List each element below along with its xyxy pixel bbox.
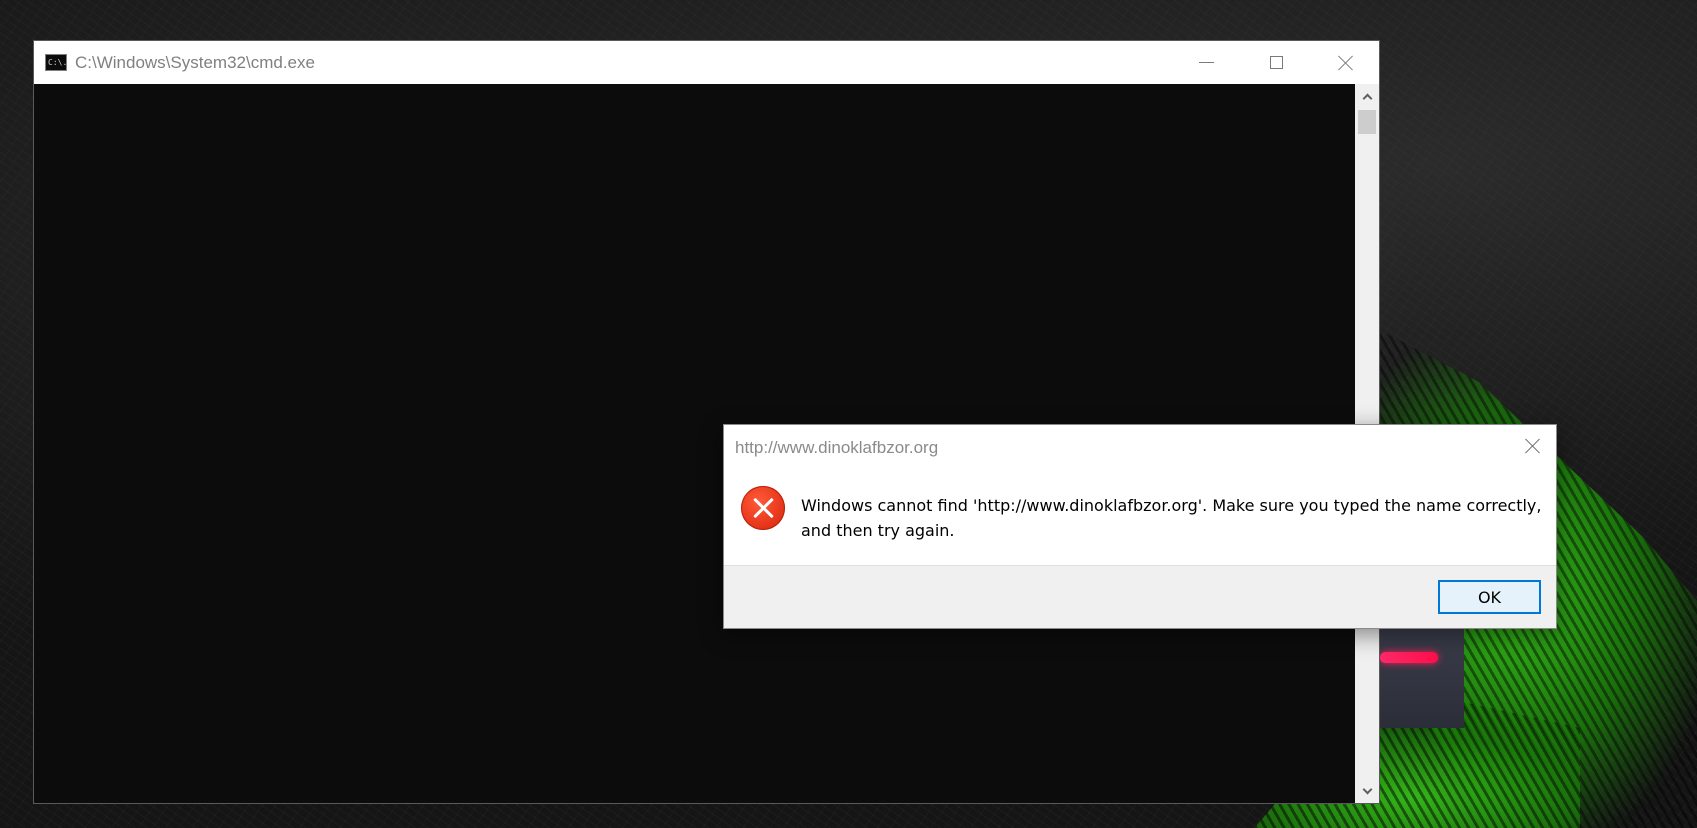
dialog-message: Windows cannot find 'http://www.dinoklaf…	[801, 496, 1542, 540]
cmd-window: C:\. C:\Windows\System32\cmd.exe	[33, 40, 1380, 804]
dialog-title: http://www.dinoklafbzor.org	[735, 438, 939, 457]
chevron-up-icon	[1362, 93, 1372, 103]
maximize-button[interactable]	[1241, 41, 1311, 84]
error-dialog: http://www.dinoklafbzor.org Windows cann…	[723, 424, 1557, 629]
maximize-icon	[1269, 56, 1283, 69]
scroll-down-button[interactable]	[1355, 779, 1379, 803]
scroll-thumb[interactable]	[1358, 110, 1376, 134]
cmd-titlebar[interactable]: C:\. C:\Windows\System32\cmd.exe	[34, 41, 1379, 84]
close-icon	[1338, 55, 1354, 71]
dialog-close-button[interactable]	[1510, 425, 1556, 467]
dialog-footer: OK	[724, 565, 1556, 628]
close-button[interactable]	[1311, 41, 1381, 84]
minimize-icon	[1198, 62, 1214, 63]
window-title: C:\Windows\System32\cmd.exe	[75, 53, 315, 72]
wallpaper-device	[1378, 628, 1464, 728]
error-icon	[741, 486, 785, 530]
cmd-icon[interactable]: C:\.	[45, 54, 67, 71]
minimize-button[interactable]	[1171, 41, 1241, 84]
chevron-down-icon	[1362, 784, 1372, 794]
ok-button[interactable]: OK	[1438, 580, 1541, 614]
wallpaper-device-light	[1380, 652, 1438, 663]
close-icon	[1525, 438, 1541, 454]
scroll-up-button[interactable]	[1355, 84, 1379, 108]
